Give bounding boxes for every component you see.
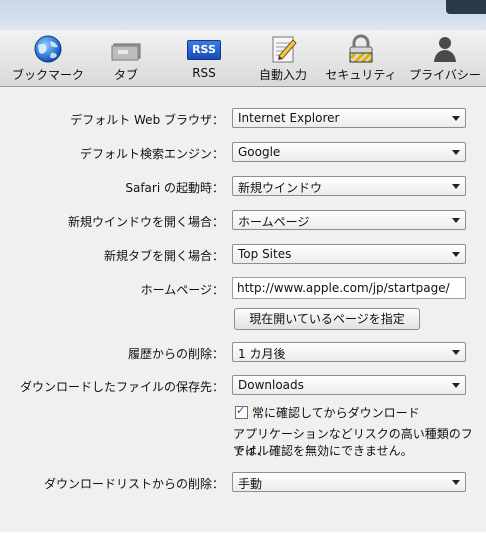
ask-before-download-checkbox[interactable]: ✓ bbox=[235, 404, 248, 419]
download-location-row: ダウンロードしたファイルの保存先： Downloads bbox=[0, 375, 486, 397]
safari-opens-label: Safari の起動時： bbox=[125, 181, 224, 195]
new-window-label: 新規ウインドウを開く場合： bbox=[67, 215, 224, 229]
download-list-remove-value: 手動 bbox=[238, 477, 263, 491]
general-preferences-panel: デフォルト Web ブラウザ： Internet Explorer デフォルト検… bbox=[0, 88, 486, 532]
toolbar-label-security: セキュリティ bbox=[325, 68, 397, 82]
new-window-value: ホームページ bbox=[238, 215, 310, 229]
default-browser-label: デフォルト Web ブラウザ： bbox=[70, 113, 224, 127]
chevron-down-icon bbox=[452, 150, 460, 155]
default-search-row: デフォルト検索エンジン： Google bbox=[0, 142, 486, 164]
globe-icon bbox=[32, 34, 64, 64]
download-location-select[interactable]: Downloads bbox=[232, 375, 466, 395]
chevron-down-icon bbox=[452, 252, 460, 257]
toolbar-item-tabs[interactable]: タブ bbox=[96, 34, 156, 84]
toolbar-label-tabs: タブ bbox=[113, 68, 138, 82]
set-current-page-row: 現在開いているページを指定 bbox=[0, 308, 486, 330]
new-tab-row: 新規タブを開く場合： Top Sites bbox=[0, 244, 486, 266]
toolbar-item-security[interactable]: セキュリティ bbox=[322, 34, 400, 84]
download-list-remove-label: ダウンロードリストからの削除： bbox=[43, 477, 224, 491]
preferences-toolbar: ブックマーク タブ RSS RSS 自動入力 セキュリティ プライバシー bbox=[0, 30, 486, 87]
rss-badge: RSS bbox=[187, 40, 221, 60]
safari-opens-value: 新規ウインドウ bbox=[238, 181, 323, 195]
download-note-line2: では、確認を無効にできません。 bbox=[233, 444, 413, 458]
bottom-border bbox=[0, 532, 486, 540]
default-browser-value: Internet Explorer bbox=[238, 111, 340, 125]
tabs-icon bbox=[110, 34, 142, 64]
toolbar-label-rss: RSS bbox=[192, 66, 216, 80]
safari-opens-row: Safari の起動時： 新規ウインドウ bbox=[0, 176, 486, 198]
chevron-down-icon bbox=[452, 350, 460, 355]
lock-icon bbox=[345, 34, 377, 64]
person-icon bbox=[429, 34, 461, 64]
toolbar-label-bookmarks: ブックマーク bbox=[11, 68, 84, 82]
download-list-remove-select[interactable]: 手動 bbox=[232, 472, 466, 492]
autofill-icon bbox=[267, 34, 299, 64]
homepage-row: ホームページ： http://www.apple.com/jp/startpag… bbox=[0, 277, 486, 299]
chevron-down-icon bbox=[452, 480, 460, 485]
toolbar-label-privacy: プライバシー bbox=[409, 68, 481, 82]
new-tab-value: Top Sites bbox=[238, 247, 292, 261]
homepage-url-field[interactable]: http://www.apple.com/jp/startpage/ bbox=[232, 277, 466, 299]
toolbar-item-rss[interactable]: RSS RSS bbox=[176, 34, 232, 84]
default-search-label: デフォルト検索エンジン： bbox=[79, 147, 224, 161]
toolbar-label-autofill: 自動入力 bbox=[258, 68, 307, 82]
default-search-select[interactable]: Google bbox=[232, 142, 466, 162]
default-browser-row: デフォルト Web ブラウザ： Internet Explorer bbox=[0, 108, 486, 130]
ask-before-download-row: ✓ 常に確認してからダウンロード bbox=[0, 403, 486, 425]
history-remove-row: 履歴からの削除： 1 カ月後 bbox=[0, 342, 486, 364]
download-location-label: ダウンロードしたファイルの保存先： bbox=[19, 380, 224, 394]
default-browser-select[interactable]: Internet Explorer bbox=[232, 108, 466, 128]
history-remove-value: 1 カ月後 bbox=[238, 347, 286, 361]
new-tab-label: 新規タブを開く場合： bbox=[103, 249, 224, 263]
toolbar-item-autofill[interactable]: 自動入力 bbox=[254, 34, 312, 84]
chevron-down-icon bbox=[452, 184, 460, 189]
checkmark-icon: ✓ bbox=[236, 404, 246, 417]
default-search-value: Google bbox=[238, 145, 281, 159]
homepage-label: ホームページ： bbox=[140, 283, 224, 297]
safari-opens-select[interactable]: 新規ウインドウ bbox=[232, 176, 466, 196]
rss-icon: RSS bbox=[187, 34, 221, 64]
new-tab-select[interactable]: Top Sites bbox=[232, 244, 466, 264]
new-window-select[interactable]: ホームページ bbox=[232, 210, 466, 230]
new-window-row: 新規ウインドウを開く場合： ホームページ bbox=[0, 210, 486, 232]
toolbar-item-bookmarks[interactable]: ブックマーク bbox=[8, 34, 88, 84]
window-title-bar bbox=[0, 0, 486, 30]
download-location-value: Downloads bbox=[238, 378, 304, 392]
chevron-down-icon bbox=[452, 116, 460, 121]
download-list-remove-row: ダウンロードリストからの削除： 手動 bbox=[0, 472, 486, 494]
set-current-page-button[interactable]: 現在開いているページを指定 bbox=[234, 308, 420, 330]
homepage-url-value: http://www.apple.com/jp/startpage/ bbox=[237, 281, 450, 295]
history-remove-select[interactable]: 1 カ月後 bbox=[232, 342, 466, 362]
window-close-corner[interactable] bbox=[446, 0, 486, 14]
chevron-down-icon bbox=[452, 218, 460, 223]
chevron-down-icon bbox=[452, 383, 460, 388]
history-remove-label: 履歴からの削除： bbox=[127, 347, 224, 361]
toolbar-item-privacy[interactable]: プライバシー bbox=[406, 34, 484, 84]
ask-before-download-label: 常に確認してからダウンロード bbox=[252, 406, 420, 420]
